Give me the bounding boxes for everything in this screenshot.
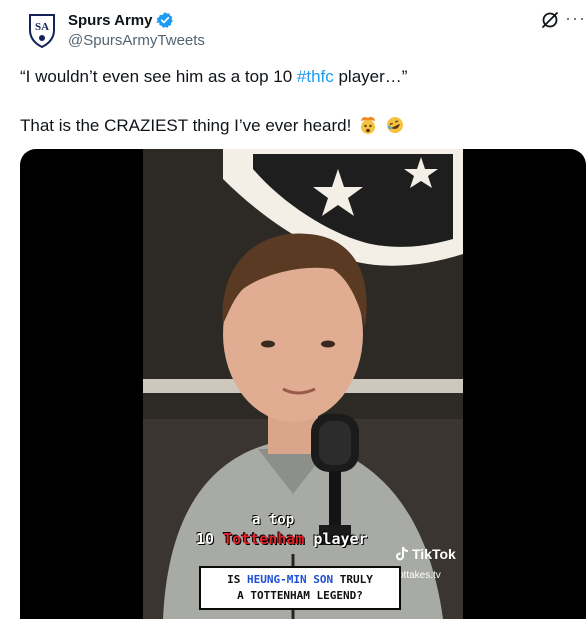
question-line2: A TOTTENHAM LEGEND?: [237, 589, 363, 602]
video-question-banner: IS HEUNG-MIN SON TRULY A TOTTENHAM LEGEN…: [199, 566, 401, 610]
video-media[interactable]: a top 10 Tottenham player TikTok ottakes…: [20, 149, 586, 619]
spurs-army-logo: SA: [29, 14, 55, 49]
tweet[interactable]: SA Spurs Army @SpursArmyTweets ··· “I wo…: [0, 0, 588, 619]
tiktok-icon: [396, 546, 409, 561]
author-name-row: Spurs Army: [68, 11, 174, 29]
avatar[interactable]: SA: [22, 10, 62, 50]
tweet-text-part: player…”: [333, 67, 408, 86]
caption-part: player: [304, 530, 368, 548]
exploding-head-emoji: [361, 117, 376, 134]
rofl-emoji: [386, 117, 403, 133]
more-options-icon[interactable]: ···: [565, 8, 586, 29]
grok-icon[interactable]: [540, 10, 560, 30]
tiktok-label: TikTok: [412, 546, 456, 562]
hashtag-link[interactable]: #thfc: [297, 67, 334, 86]
tiktok-handle: ottakes.tv: [398, 570, 441, 581]
caption-part: 10: [196, 530, 224, 548]
tiktok-watermark: TikTok: [394, 546, 456, 562]
question-part: TRULY: [333, 573, 373, 586]
video-caption-main: 10 Tottenham player: [196, 530, 368, 548]
question-highlight: HEUNG-MIN SON: [247, 573, 334, 586]
verified-badge-icon: [156, 12, 174, 28]
caption-highlight: Tottenham: [223, 530, 305, 548]
handle[interactable]: @SpursArmyTweets: [68, 32, 205, 49]
tweet-text-part: “I wouldn’t even see him as a top 10: [20, 67, 297, 86]
tweet-text-part: That is the CRAZIEST thing I’ve ever hea…: [20, 116, 357, 135]
video-caption-small: a top: [252, 512, 295, 528]
tweet-text-line2: That is the CRAZIEST thing I’ve ever hea…: [20, 115, 405, 137]
tweet-text-line1: “I wouldn’t even see him as a top 10 #th…: [20, 66, 407, 88]
avatar-text: SA: [35, 21, 49, 33]
question-part: IS: [227, 573, 248, 586]
display-name[interactable]: Spurs Army: [68, 12, 152, 29]
question-line1: IS HEUNG-MIN SON TRULY: [201, 572, 399, 588]
